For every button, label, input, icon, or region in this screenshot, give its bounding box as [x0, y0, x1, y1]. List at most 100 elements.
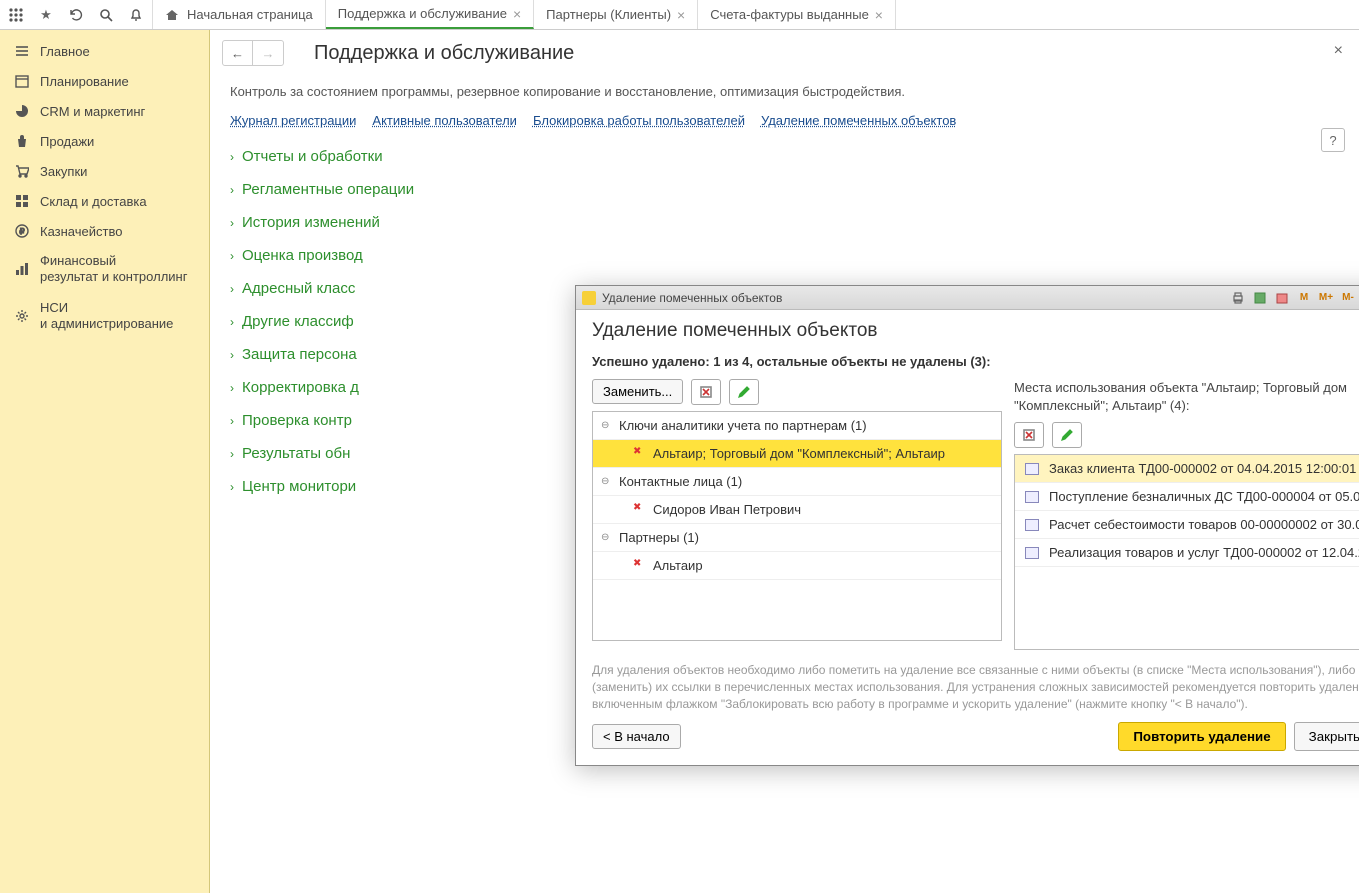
- document-icon: [1025, 547, 1039, 559]
- calendar-small-icon[interactable]: [1273, 290, 1291, 306]
- dialog-titlebar[interactable]: Удаление помеченных объектов M M+ M- ✕: [576, 286, 1359, 310]
- tree-group[interactable]: ⊖Контактные лица (1): [593, 468, 1001, 496]
- delete-mark-icon: [633, 504, 647, 516]
- print-icon[interactable]: [1229, 290, 1247, 306]
- chevron-right-icon: ›: [230, 381, 234, 395]
- sidebar-item-label: НСИ и администрирование: [40, 300, 173, 333]
- tab-label: Партнеры (Клиенты): [546, 7, 671, 22]
- link-delete[interactable]: Удаление помеченных объектов: [761, 113, 956, 128]
- mark-delete-button[interactable]: [691, 379, 721, 405]
- sidebar-item-label: Главное: [40, 44, 90, 59]
- chevron-right-icon: ›: [230, 414, 234, 428]
- tree-item[interactable]: Сидоров Иван Петрович: [593, 496, 1001, 524]
- sidebar-item-planning[interactable]: Планирование: [0, 66, 209, 96]
- delete-dialog: Удаление помеченных объектов M M+ M- ✕ У…: [575, 285, 1359, 766]
- close-icon[interactable]: ×: [677, 7, 685, 23]
- sidebar-item-label: Склад и доставка: [40, 194, 147, 209]
- menu-icon: [14, 43, 30, 59]
- sidebar-item-nsi[interactable]: НСИ и администрирование: [0, 293, 209, 340]
- nav-buttons: ← →: [222, 40, 284, 66]
- edit-button[interactable]: [729, 379, 759, 405]
- sidebar-item-label: Финансовый результат и контроллинг: [40, 253, 187, 286]
- link-block[interactable]: Блокировка работы пользователей: [533, 113, 745, 128]
- sidebar-item-purchases[interactable]: Закупки: [0, 156, 209, 186]
- replace-button[interactable]: Заменить...: [592, 379, 683, 404]
- delete-mark-icon: [633, 560, 647, 572]
- link-log[interactable]: Журнал регистрации: [230, 113, 356, 128]
- memory-mplus-button[interactable]: M+: [1317, 290, 1335, 306]
- section-item[interactable]: ›Оценка производ: [226, 239, 1343, 272]
- list-item[interactable]: Поступление безналичных ДС ТД00-000004 о…: [1015, 483, 1359, 511]
- sidebar-item-sales[interactable]: Продажи: [0, 126, 209, 156]
- list-item[interactable]: Заказ клиента ТД00-000002 от 04.04.2015 …: [1015, 455, 1359, 483]
- close-icon[interactable]: ×: [875, 7, 883, 23]
- tree-item[interactable]: Альтаир; Торговый дом "Комплексный"; Аль…: [593, 440, 1001, 468]
- apps-icon[interactable]: [8, 7, 24, 23]
- bag-icon: [14, 133, 30, 149]
- document-icon: [1025, 463, 1039, 475]
- usages-list[interactable]: Заказ клиента ТД00-000002 от 04.04.2015 …: [1014, 454, 1359, 650]
- chevron-right-icon: ›: [230, 480, 234, 494]
- tree-group[interactable]: ⊖Ключи аналитики учета по партнерам (1): [593, 412, 1001, 440]
- edit-button[interactable]: [1052, 422, 1082, 448]
- chevron-right-icon: ›: [230, 249, 234, 263]
- app-icon: [582, 291, 596, 305]
- tab-partners[interactable]: Партнеры (Клиенты) ×: [534, 0, 698, 29]
- quick-links: Журнал регистрации Активные пользователи…: [210, 113, 1359, 140]
- section-item[interactable]: ›Регламентные операции: [226, 173, 1343, 206]
- memory-mminus-button[interactable]: M-: [1339, 290, 1357, 306]
- dialog-title: Удаление помеченных объектов: [592, 320, 1359, 342]
- list-item[interactable]: Реализация товаров и услуг ТД00-000002 о…: [1015, 539, 1359, 567]
- tree-item[interactable]: Альтаир: [593, 552, 1001, 580]
- gear-icon: [14, 308, 30, 324]
- chevron-right-icon: ›: [230, 183, 234, 197]
- search-icon[interactable]: [98, 7, 114, 23]
- bell-icon[interactable]: [128, 7, 144, 23]
- close-page-button[interactable]: ×: [1334, 42, 1343, 60]
- link-users[interactable]: Активные пользователи: [372, 113, 517, 128]
- retry-delete-button[interactable]: Повторить удаление: [1118, 722, 1285, 751]
- section-item[interactable]: ›Отчеты и обработки: [226, 140, 1343, 173]
- sidebar-item-label: Планирование: [40, 74, 129, 89]
- sidebar-item-crm[interactable]: CRM и маркетинг: [0, 96, 209, 126]
- collapse-icon[interactable]: ⊖: [601, 420, 613, 431]
- history-icon[interactable]: [68, 7, 84, 23]
- chevron-right-icon: ›: [230, 315, 234, 329]
- sidebar-item-main[interactable]: Главное: [0, 36, 209, 66]
- mark-delete-button[interactable]: [1014, 422, 1044, 448]
- section-item[interactable]: ›История изменений: [226, 206, 1343, 239]
- calc-icon[interactable]: [1251, 290, 1269, 306]
- close-button[interactable]: Закрыть: [1294, 722, 1359, 751]
- tab-invoices[interactable]: Счета-фактуры выданные ×: [698, 0, 896, 29]
- calendar-icon: [14, 73, 30, 89]
- nav-forward-button[interactable]: →: [253, 41, 283, 65]
- dialog-hint: Для удаления объектов необходимо либо по…: [592, 662, 1359, 712]
- tab-label: Счета-фактуры выданные: [710, 7, 869, 22]
- document-icon: [1025, 491, 1039, 503]
- tab-label: Начальная страница: [187, 7, 313, 22]
- delete-mark-icon: [633, 448, 647, 460]
- sidebar-item-warehouse[interactable]: Склад и доставка: [0, 186, 209, 216]
- sidebar: Главное Планирование CRM и маркетинг Про…: [0, 30, 210, 893]
- cart-icon: [14, 163, 30, 179]
- star-icon[interactable]: ★: [38, 7, 54, 23]
- memory-m-button[interactable]: M: [1295, 290, 1313, 306]
- chevron-right-icon: ›: [230, 348, 234, 362]
- nav-back-button[interactable]: ←: [223, 41, 253, 65]
- tab-home[interactable]: Начальная страница: [153, 0, 326, 29]
- sidebar-item-finance[interactable]: Финансовый результат и контроллинг: [0, 246, 209, 293]
- tab-support[interactable]: Поддержка и обслуживание ×: [326, 0, 534, 29]
- document-icon: [1025, 519, 1039, 531]
- objects-tree[interactable]: ⊖Ключи аналитики учета по партнерам (1) …: [592, 411, 1002, 641]
- help-button[interactable]: ?: [1321, 128, 1345, 152]
- collapse-icon[interactable]: ⊖: [601, 532, 613, 543]
- collapse-icon[interactable]: ⊖: [601, 476, 613, 487]
- sidebar-item-label: CRM и маркетинг: [40, 104, 145, 119]
- chevron-right-icon: ›: [230, 447, 234, 461]
- back-button[interactable]: < В начало: [592, 724, 681, 749]
- tree-group[interactable]: ⊖Партнеры (1): [593, 524, 1001, 552]
- content-area: ← → Поддержка и обслуживание × Контроль …: [210, 30, 1359, 893]
- sidebar-item-treasury[interactable]: ₽ Казначейство: [0, 216, 209, 246]
- list-item[interactable]: Расчет себестоимости товаров 00-00000002…: [1015, 511, 1359, 539]
- close-icon[interactable]: ×: [513, 6, 521, 22]
